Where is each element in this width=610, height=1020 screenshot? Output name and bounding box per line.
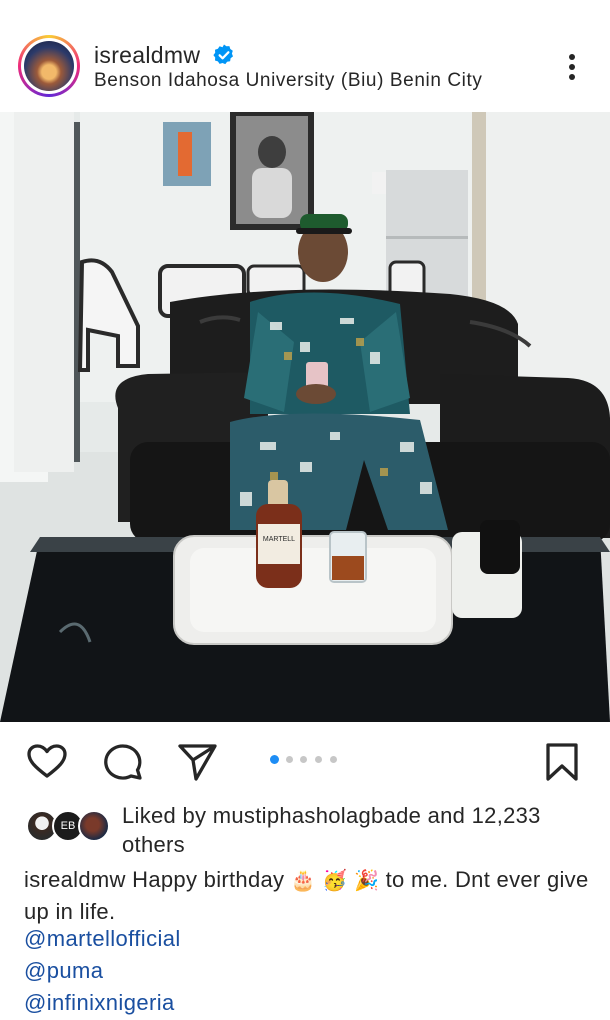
caption-text: Happy birthday	[132, 867, 285, 892]
avatar-border	[21, 38, 77, 94]
post-username[interactable]: isrealdmw	[94, 42, 200, 69]
bookmark-icon[interactable]	[540, 740, 584, 784]
profile-avatar[interactable]	[18, 35, 80, 97]
post-actions	[0, 722, 610, 796]
post-location[interactable]: Benson Idahosa University (Biu) Benin Ci…	[94, 70, 482, 92]
carousel-dot	[315, 756, 322, 763]
carousel-dot	[330, 756, 337, 763]
bottle-label: MARTELL	[263, 536, 295, 543]
carousel-dot	[300, 756, 307, 763]
avatar-image	[24, 41, 74, 91]
party-face-emoji: 🥳	[322, 868, 348, 892]
share-icon[interactable]	[175, 740, 219, 784]
heart-icon[interactable]	[25, 740, 69, 784]
mention-link[interactable]: @puma	[24, 958, 103, 984]
post-header: isrealdmw Benson Idahosa University (Biu…	[0, 0, 610, 112]
carousel-dot	[286, 756, 293, 763]
party-popper-emoji: 🎉	[354, 868, 380, 892]
liked-by-avatars[interactable]: EB	[26, 810, 116, 844]
likes-count[interactable]: Liked by mustiphasholagbade and 12,233 o…	[122, 801, 592, 859]
verified-badge-icon	[213, 44, 233, 65]
comment-icon[interactable]	[101, 740, 145, 784]
more-options-icon[interactable]	[556, 50, 588, 84]
carousel-dot-active	[270, 755, 279, 764]
photo-scene: MARTELL	[0, 112, 610, 722]
mention-link[interactable]: @infinixnigeria	[24, 990, 175, 1016]
mention-link[interactable]: @martellofficial	[24, 926, 181, 952]
liker-avatar	[78, 810, 110, 842]
post-photo[interactable]: MARTELL	[0, 112, 610, 722]
caption-username[interactable]: isrealdmw	[24, 867, 126, 892]
post-caption: isrealdmw Happy birthday 🎂 🥳 🎉 to me. Dn…	[24, 864, 592, 927]
cake-emoji: 🎂	[290, 868, 316, 892]
